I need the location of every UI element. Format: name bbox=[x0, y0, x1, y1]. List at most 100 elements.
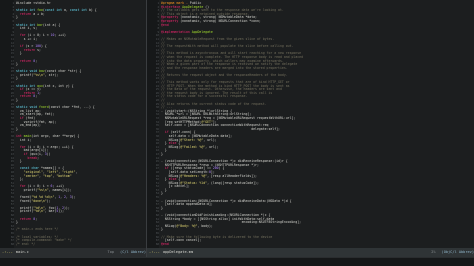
code-token: #include <stdio.h> bbox=[16, 1, 51, 5]
code-token: int bbox=[16, 26, 28, 31]
code-token: "%s\n" bbox=[37, 187, 49, 192]
code-token: ; bbox=[35, 58, 38, 63]
buffer-name[interactable]: main.c bbox=[16, 248, 29, 257]
code-buffer-main-c[interactable]: 1 #include <stdio.h> 2 3 static int foo(cons… bbox=[11, 1, 145, 247]
code-token: fnord( bbox=[16, 198, 32, 203]
buffer-position: 2% bbox=[431, 250, 436, 254]
right-editor-window[interactable]: 1 #pragma mark - Public 2 @interface AppDel… bbox=[147, 0, 474, 257]
code-token: "%s\n" bbox=[33, 72, 45, 77]
code-token: @"Body: %@" bbox=[176, 223, 198, 228]
code-token: a + b; bbox=[33, 11, 45, 16]
major-mode[interactable]: (ObjC/l Abbrev) bbox=[442, 248, 474, 257]
code-token: @end bbox=[161, 22, 169, 27]
code-token: } bbox=[16, 15, 18, 20]
code-token: @implementation bbox=[161, 29, 192, 34]
code-token: const bbox=[69, 8, 82, 13]
code-token: } bbox=[161, 205, 163, 210]
code-token: // and the response headers are merged i… bbox=[161, 65, 288, 70]
minibuffer[interactable] bbox=[0, 257, 474, 266]
code-token: s; bbox=[37, 47, 41, 52]
code-token: , (long)[resp statusCode]); bbox=[207, 180, 259, 185]
code-token: // Makes an NSMutableRequest from the gi… bbox=[161, 36, 275, 41]
code-token: s += i; bbox=[16, 36, 38, 41]
buffer-name[interactable]: appDelegate.mm bbox=[163, 248, 193, 257]
code-token: ); bbox=[71, 195, 76, 200]
code-token: printf( bbox=[16, 72, 34, 77]
code-token: } bbox=[161, 191, 163, 196]
emacs-frame: 1 #include <stdio.h> 2 3 static int foo(cons… bbox=[0, 0, 474, 266]
line-number: 68 bbox=[10, 242, 14, 246]
code-token: return bbox=[16, 58, 34, 63]
code-token: } bbox=[161, 227, 163, 232]
line-number: 68 bbox=[155, 242, 159, 246]
code-token: ); bbox=[46, 198, 51, 203]
code-token: int bbox=[81, 8, 89, 13]
code-token: va_end(ap); bbox=[16, 123, 41, 128]
code-token: printf( bbox=[16, 209, 34, 214]
left-editor-window[interactable]: 1 #include <stdio.h> 2 3 static int foo(cons… bbox=[0, 0, 146, 257]
code-token: /* end: */ bbox=[16, 241, 36, 246]
code-token: int bbox=[16, 137, 28, 142]
code-token: )); bbox=[58, 209, 64, 214]
code-token: (const char *fmt, ...) { bbox=[48, 105, 95, 110]
code-token: } bbox=[16, 126, 18, 131]
code-token: @"Start: %@" bbox=[180, 137, 204, 142]
code-token: // Returns the request object and the re… bbox=[161, 72, 288, 77]
code-token: } bbox=[16, 220, 18, 225]
code-token: , url); bbox=[203, 137, 217, 142]
code-token: return bbox=[16, 94, 34, 99]
left-mode-line: -:--- main.c Top (C/l Abbrev) bbox=[0, 248, 146, 257]
code-token: [self.data appendData:d]; bbox=[161, 202, 213, 207]
code-token: NSLog( bbox=[161, 223, 177, 228]
code-token: } bbox=[16, 76, 18, 81]
code-token: const bbox=[44, 8, 57, 13]
code-token: ; bbox=[37, 155, 40, 160]
code-token: AppDelegate bbox=[191, 29, 213, 34]
buffer-status: -:--- bbox=[2, 250, 13, 254]
code-token: (nonatomic, strong) NSURLConnection *con… bbox=[180, 18, 261, 23]
code-token: ; bbox=[35, 94, 38, 99]
code-token: } bbox=[16, 98, 18, 103]
code-token: } bbox=[16, 51, 22, 56]
code-token: return bbox=[16, 216, 34, 221]
code-token: (int a) { bbox=[42, 22, 61, 27]
code-token: // the status code for a successful resp… bbox=[161, 94, 248, 99]
code-token: (int x, int y) { bbox=[42, 83, 74, 88]
code-token: // The requestWith method will populate … bbox=[161, 44, 294, 49]
code-token: }; bbox=[16, 177, 24, 182]
right-mode-line: -:--- appDelegate.mm 2% (ObjC/l Abbrev) bbox=[147, 248, 474, 257]
code-token: @"Headers: %@" bbox=[180, 173, 208, 178]
code-token: i, s; bbox=[27, 26, 38, 31]
code-token: )); bbox=[64, 205, 70, 210]
code-token: // Also returns the current status code … bbox=[161, 101, 267, 106]
code-token: b) { bbox=[88, 8, 97, 13]
buffer-position: Top bbox=[107, 250, 115, 254]
code-token: , body); bbox=[197, 223, 213, 228]
code-token: printf( bbox=[16, 187, 38, 192]
code-token: @"Failed: %@" bbox=[180, 144, 206, 149]
code-token: (int argc, char **argv) { bbox=[31, 133, 80, 138]
code-token: @end bbox=[161, 241, 169, 246]
code-token: i; bbox=[27, 137, 32, 142]
code-token: ; bbox=[35, 216, 38, 221]
code-buffer-appdelegate[interactable]: 1 #pragma mark - Public 2 @interface AppDel… bbox=[156, 1, 473, 247]
code-token: )) bbox=[46, 151, 51, 156]
code-token: ) { bbox=[218, 166, 225, 171]
code-token: ; bbox=[39, 90, 41, 95]
code-token: } bbox=[161, 151, 163, 156]
major-mode[interactable]: (C/l Abbrev) bbox=[120, 248, 146, 257]
code-token: } bbox=[16, 62, 18, 67]
code-token: ) { bbox=[40, 44, 47, 49]
code-line[interactable]: 68 @end bbox=[156, 241, 473, 247]
code-token: , bar( bbox=[44, 209, 57, 214]
code-token: "bottom" bbox=[56, 173, 72, 178]
buffer-status: -:--- bbox=[149, 250, 160, 254]
code-token: , str); bbox=[44, 72, 59, 77]
code-token: ; ++i) bbox=[54, 33, 66, 38]
code-token: } bbox=[16, 159, 22, 164]
code-token: "done\n" bbox=[31, 198, 47, 203]
code-token: , [resp allHeaderFields]); bbox=[207, 173, 257, 178]
code-token: , bbox=[75, 169, 78, 174]
code-line[interactable]: 68/* end: */ bbox=[11, 241, 145, 247]
code-token: return bbox=[16, 11, 34, 16]
